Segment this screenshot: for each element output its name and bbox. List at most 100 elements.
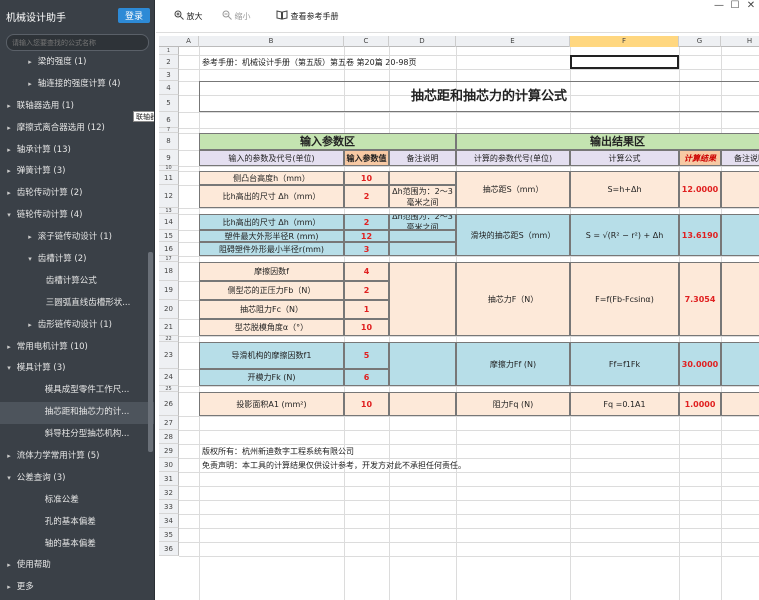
row-header[interactable]: 26 (159, 392, 179, 416)
chevron-right-icon[interactable]: ▸ (4, 118, 14, 140)
sidebar-item[interactable]: ▾ 公差查询 (3) (0, 468, 154, 490)
chevron-right-icon[interactable]: ▸ (4, 96, 14, 118)
sidebar-item[interactable]: 齿槽计算公式 (0, 271, 154, 293)
sidebar-item[interactable]: 斜导柱分型抽芯机构... (0, 424, 154, 446)
row-header[interactable]: 27 (159, 416, 179, 430)
input-value-field[interactable]: 10 (344, 319, 389, 336)
sidebar-item[interactable]: ▸ 更多 (0, 577, 154, 599)
chevron-down-icon[interactable]: ▾ (4, 468, 14, 490)
sidebar-item[interactable]: ▸ 梁的强度 (1) (0, 52, 154, 74)
sidebar-item[interactable]: ▸ 轴承计算 (13) (0, 140, 154, 162)
row-header[interactable]: 20 (159, 300, 179, 319)
chevron-right-icon[interactable]: ▸ (4, 555, 14, 577)
sidebar-item[interactable]: 三圆弧直线齿槽形状... (0, 293, 154, 315)
sidebar-item[interactable]: 轴的基本偏差 (0, 534, 154, 556)
row-header[interactable]: 14 (159, 214, 179, 230)
chevron-right-icon[interactable]: ▸ (25, 315, 35, 337)
chevron-right-icon[interactable]: ▸ (4, 337, 14, 359)
input-value-field[interactable]: 5 (344, 342, 389, 369)
chevron-down-icon[interactable]: ▾ (25, 249, 35, 271)
sidebar-item[interactable]: 标准公差 (0, 490, 154, 512)
selected-cell[interactable] (570, 55, 679, 69)
row-header[interactable]: 12 (159, 185, 179, 208)
row-header[interactable]: 1 (159, 47, 179, 55)
scrollbar-thumb[interactable] (148, 252, 153, 452)
sidebar-item[interactable]: 孔的基本偏差 (0, 512, 154, 534)
chevron-right-icon[interactable]: ▸ (4, 161, 14, 183)
sidebar-item[interactable]: ▸ 使用帮助 (0, 555, 154, 577)
chevron-down-icon[interactable]: ▾ (4, 358, 14, 380)
sidebar-item[interactable]: 抽芯距和抽芯力的计... (0, 402, 154, 425)
column-header[interactable]: C (344, 36, 389, 47)
row-header[interactable]: 28 (159, 430, 179, 444)
chevron-right-icon[interactable]: ▸ (4, 140, 14, 162)
sidebar-scrollbar[interactable] (148, 52, 153, 597)
column-header[interactable]: B (199, 36, 344, 47)
row-header[interactable]: 29 (159, 444, 179, 458)
sidebar-item[interactable]: ▸ 弹簧计算 (3) (0, 161, 154, 183)
column-header[interactable]: A (179, 36, 199, 47)
input-value-field[interactable]: 10 (344, 171, 389, 185)
zoom-in-button[interactable]: 放大 (174, 10, 203, 24)
row-header[interactable]: 33 (159, 500, 179, 514)
input-value-field[interactable]: 2 (344, 281, 389, 300)
sidebar-item[interactable]: ▸ 常用电机计算 (10) (0, 337, 154, 359)
row-header[interactable]: 2 (159, 55, 179, 69)
maximize-icon[interactable]: ☐ (727, 0, 743, 11)
row-header[interactable]: 35 (159, 528, 179, 542)
row-header[interactable]: 15 (159, 230, 179, 242)
sidebar-item[interactable]: ▸ 滚子链传动设计 (1) (0, 227, 154, 249)
close-icon[interactable]: ✕ (743, 0, 759, 11)
input-value-field[interactable]: 2 (344, 214, 389, 230)
sidebar-item[interactable]: ▸ 齿形链传动设计 (1) (0, 315, 154, 337)
sidebar-item[interactable]: ▸ 联轴器选用 (1) (0, 96, 154, 118)
row-header[interactable]: 18 (159, 262, 179, 281)
sidebar-item[interactable]: ▸ 齿轮传动计算 (2) (0, 183, 154, 205)
sidebar-item[interactable]: ▸ 流体力学常用计算 (5) (0, 446, 154, 468)
input-value-field[interactable]: 4 (344, 262, 389, 281)
row-header[interactable]: 34 (159, 514, 179, 528)
input-value-field[interactable]: 6 (344, 369, 389, 386)
column-header[interactable]: E (456, 36, 570, 47)
sidebar-item[interactable]: ▾ 模具计算 (3) (0, 358, 154, 380)
input-value-field[interactable]: 2 (344, 185, 389, 208)
row-header[interactable]: 32 (159, 486, 179, 500)
row-header[interactable]: 23 (159, 342, 179, 369)
column-header[interactable]: F (570, 36, 679, 47)
zoom-out-button[interactable]: 缩小 (222, 10, 251, 24)
column-header[interactable]: H (721, 36, 759, 47)
chevron-right-icon[interactable]: ▸ (25, 227, 35, 249)
row-header[interactable]: 9 (159, 150, 179, 166)
sidebar-item[interactable]: 模具成型零件工作尺... (0, 380, 154, 402)
row-header[interactable]: 4 (159, 81, 179, 95)
chevron-right-icon[interactable]: ▸ (25, 74, 35, 96)
row-header[interactable]: 5 (159, 95, 179, 112)
manual-button[interactable]: 查看参考手册 (276, 10, 339, 24)
column-header[interactable]: G (679, 36, 721, 47)
row-header[interactable]: 11 (159, 171, 179, 185)
input-value-field[interactable]: 10 (344, 392, 389, 416)
search-input[interactable] (6, 34, 149, 51)
input-value-field[interactable]: 12 (344, 230, 389, 242)
row-header[interactable]: 8 (159, 133, 179, 150)
row-header[interactable]: 21 (159, 319, 179, 336)
row-header[interactable]: 16 (159, 242, 179, 256)
sidebar-item[interactable]: ▾ 链轮传动计算 (4) (0, 205, 154, 227)
row-header[interactable]: 31 (159, 472, 179, 486)
input-value-field[interactable]: 1 (344, 300, 389, 319)
row-header[interactable]: 6 (159, 112, 179, 128)
chevron-right-icon[interactable]: ▸ (4, 446, 14, 468)
minimize-icon[interactable]: — (711, 0, 727, 11)
sidebar-item[interactable]: ▸ 摩擦式离合器选用 (12) (0, 118, 154, 140)
input-value-field[interactable]: 3 (344, 242, 389, 256)
row-header[interactable]: 36 (159, 542, 179, 556)
chevron-right-icon[interactable]: ▸ (4, 183, 14, 205)
column-header[interactable]: D (389, 36, 456, 47)
sidebar-item[interactable]: ▾ 齿槽计算 (2) (0, 249, 154, 271)
row-header[interactable]: 24 (159, 369, 179, 386)
chevron-right-icon[interactable]: ▸ (4, 577, 14, 599)
row-header[interactable]: 3 (159, 69, 179, 81)
login-button[interactable]: 登录 (118, 8, 150, 23)
sidebar-item[interactable]: ▸ 轴连接的强度计算 (4) (0, 74, 154, 96)
chevron-down-icon[interactable]: ▾ (4, 205, 14, 227)
